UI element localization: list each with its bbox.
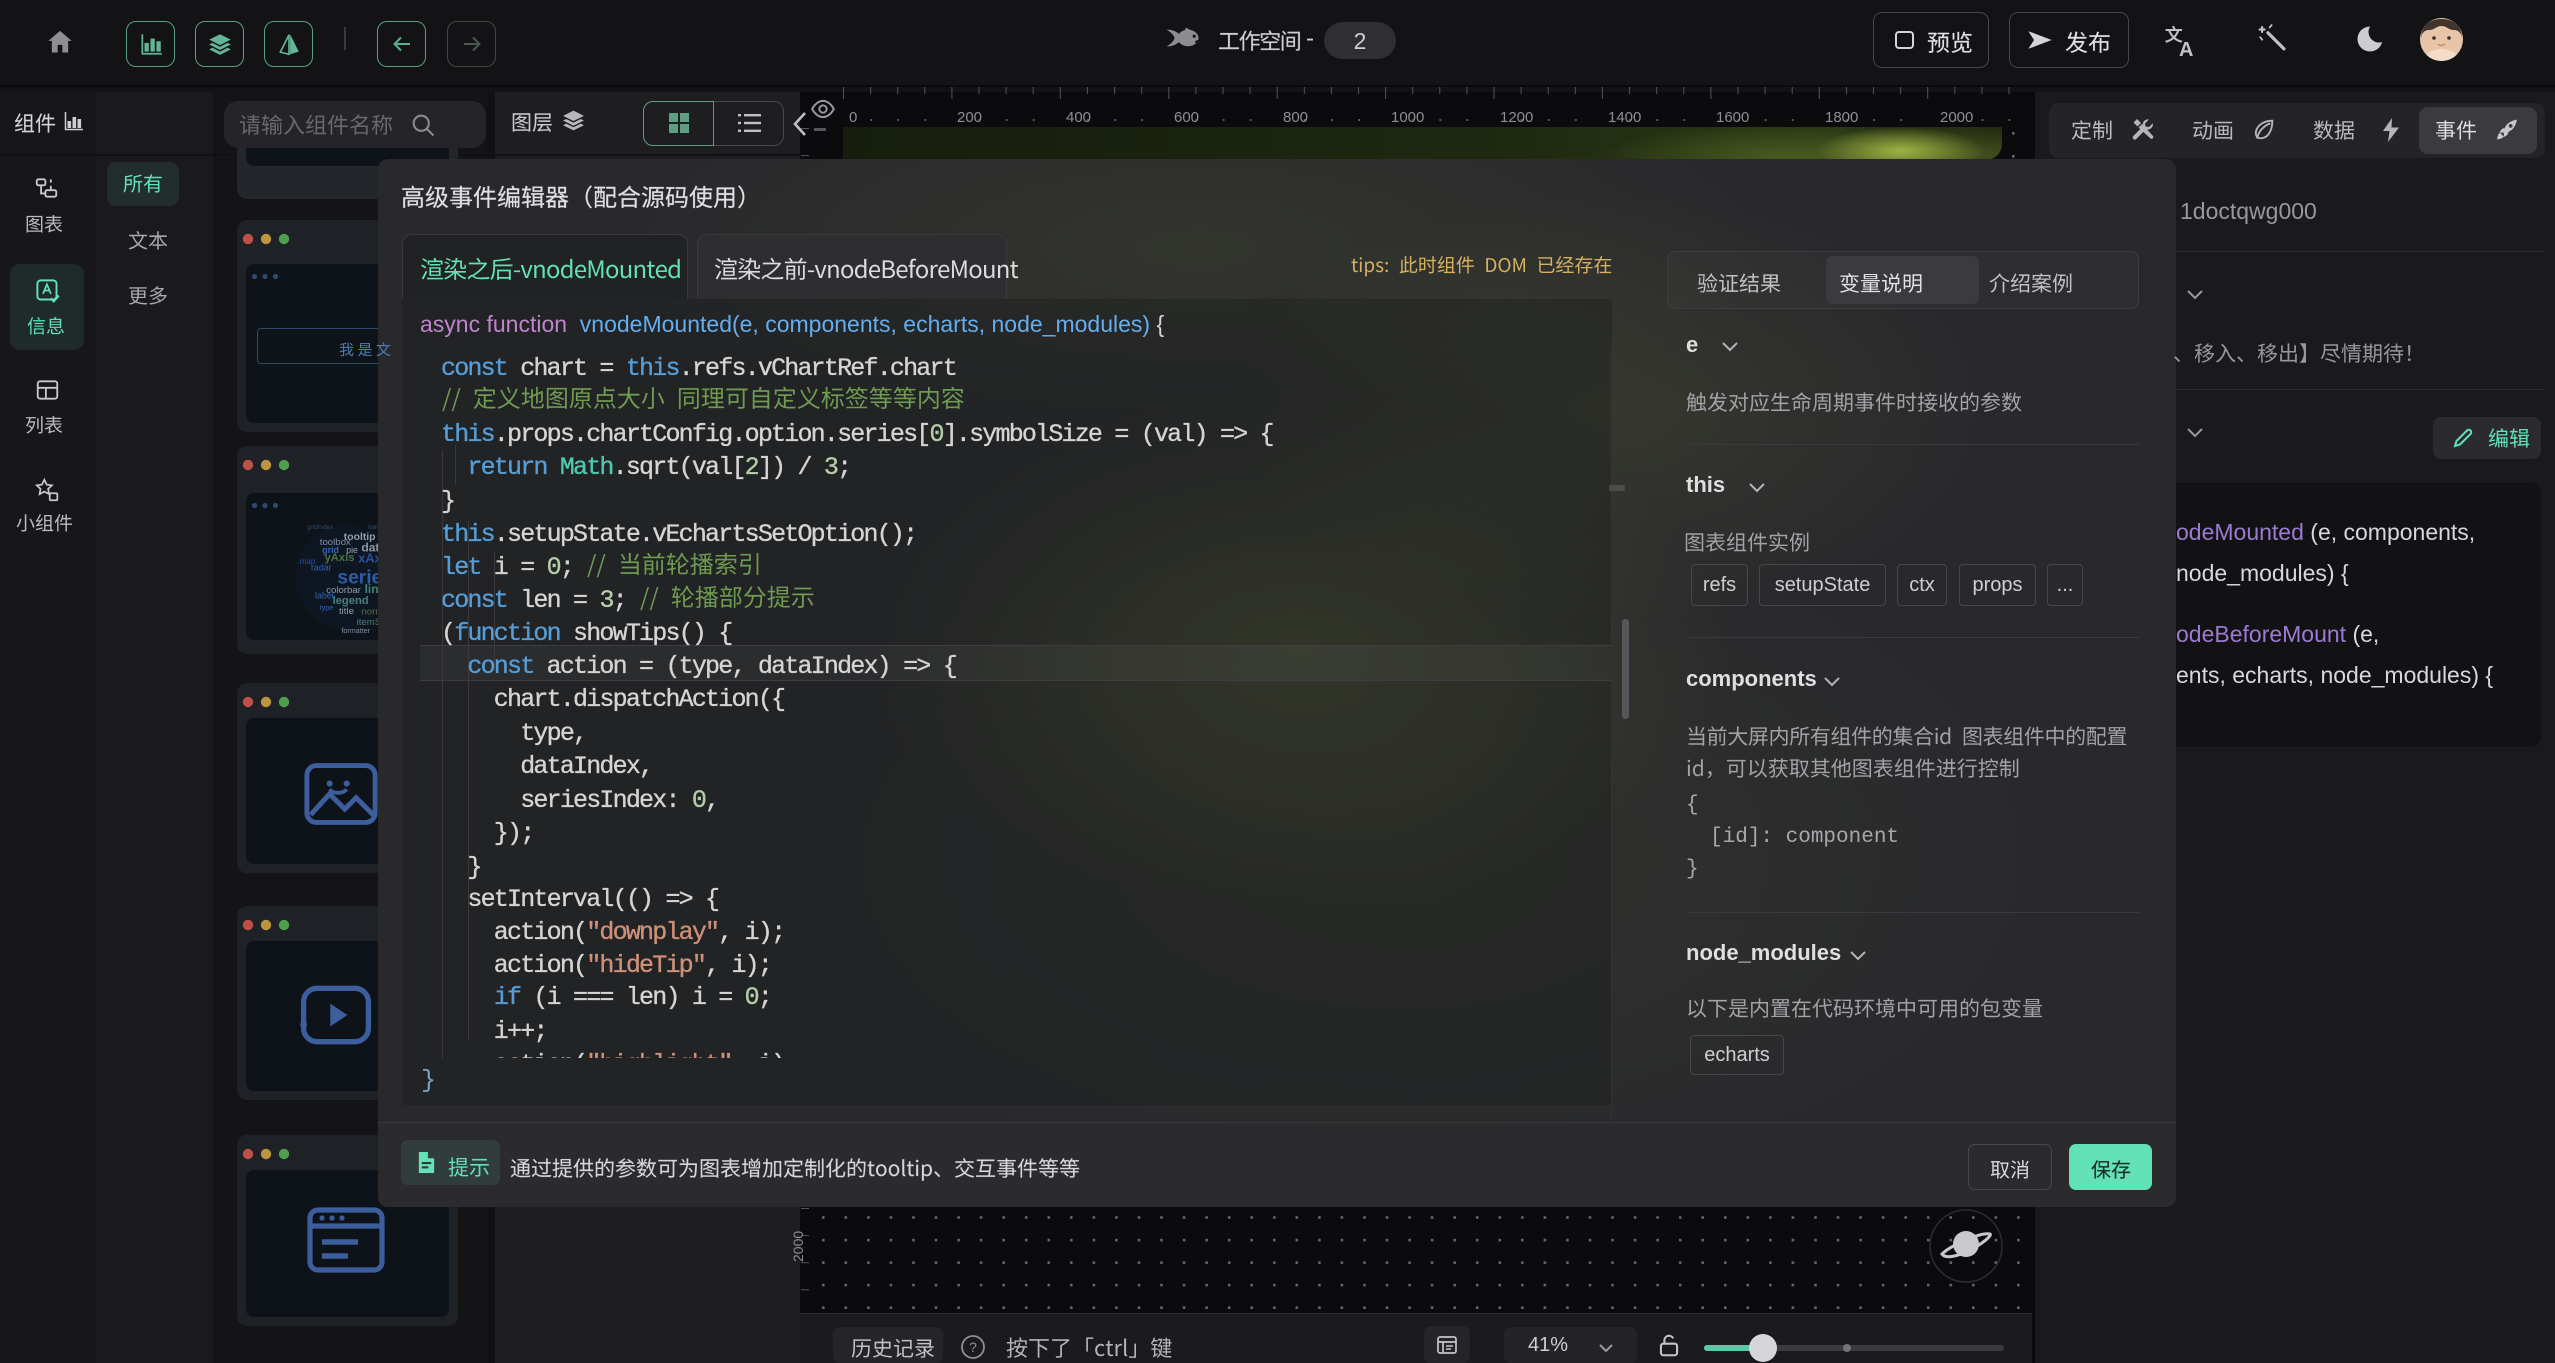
svg-text:title: title [339, 606, 354, 617]
svg-text:A: A [2179, 39, 2193, 58]
svg-text:formatter: formatter [341, 626, 370, 635]
svg-text:pie: pie [346, 545, 358, 555]
svg-text:?: ? [969, 1339, 977, 1355]
svg-text:gridIndex: gridIndex [307, 524, 334, 531]
svg-text:grid: grid [322, 545, 339, 555]
svg-text:label: label [315, 591, 334, 601]
svg-text:map: map [300, 557, 316, 566]
svg-text:type: type [320, 603, 334, 612]
